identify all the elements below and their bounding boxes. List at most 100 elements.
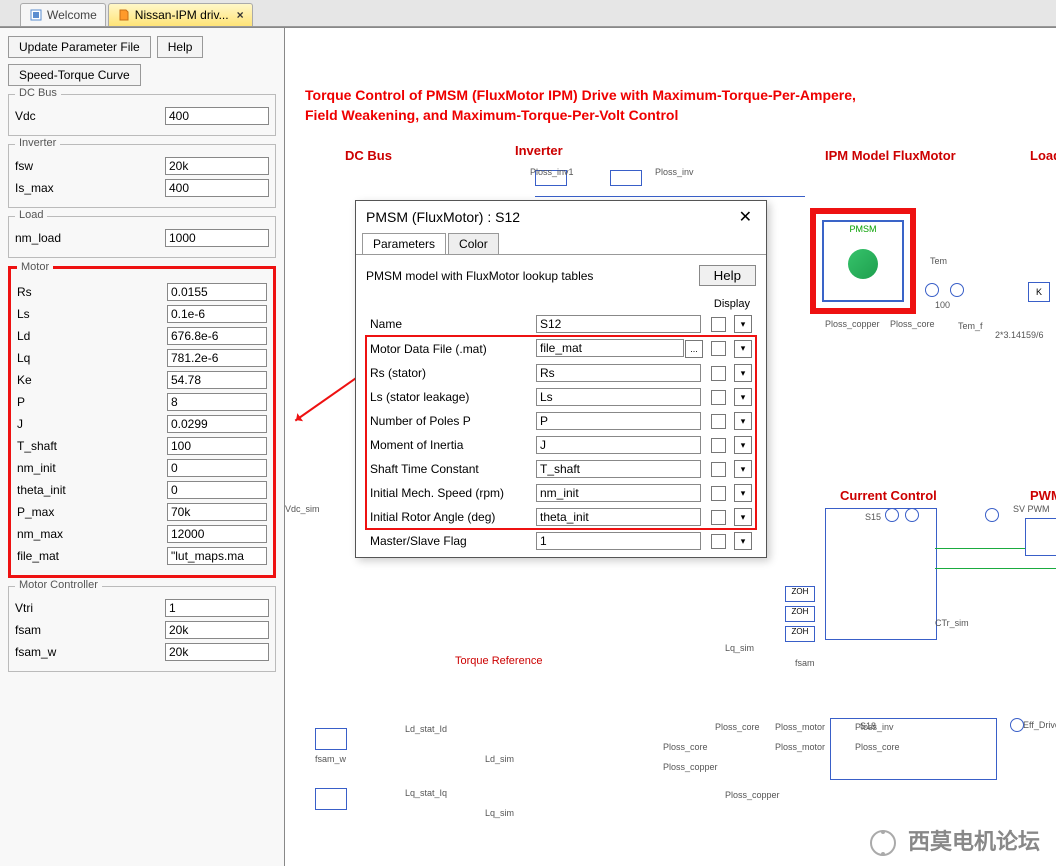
browse-button[interactable]: ... xyxy=(685,340,703,358)
zoh-block[interactable] xyxy=(315,788,347,810)
rs-input[interactable] xyxy=(167,283,267,301)
net-label: Tem_f xyxy=(958,321,983,331)
vtri-input[interactable] xyxy=(165,599,269,617)
init-speed-input[interactable] xyxy=(536,484,701,502)
theta-init-input[interactable] xyxy=(167,481,267,499)
current-control-block[interactable] xyxy=(825,508,937,640)
master-slave-input[interactable] xyxy=(536,532,701,550)
dropdown-icon[interactable]: ▾ xyxy=(734,436,752,454)
tab-parameters[interactable]: Parameters xyxy=(362,233,446,254)
p-max-input[interactable] xyxy=(167,503,267,521)
group-legend: DC Bus xyxy=(15,87,61,99)
close-icon[interactable]: ✕ xyxy=(735,207,756,227)
poles-input[interactable] xyxy=(536,412,701,430)
dropdown-icon[interactable]: ▾ xyxy=(734,532,752,550)
ld-input[interactable] xyxy=(167,327,267,345)
display-checkbox[interactable] xyxy=(711,462,726,477)
section-label-pwm: PWM xyxy=(1030,488,1056,503)
file-icon xyxy=(117,8,131,22)
dropdown-icon[interactable]: ▾ xyxy=(734,412,752,430)
display-checkbox[interactable] xyxy=(711,414,726,429)
shaft-input[interactable] xyxy=(536,460,701,478)
dialog-help-button[interactable]: Help xyxy=(699,265,756,286)
probe[interactable] xyxy=(905,508,919,522)
dropdown-icon[interactable]: ▾ xyxy=(734,364,752,382)
probe[interactable] xyxy=(925,283,939,297)
name-input[interactable] xyxy=(536,315,701,333)
display-checkbox[interactable] xyxy=(711,510,726,525)
zoh-block[interactable]: ZOH xyxy=(785,606,815,622)
is-max-input[interactable] xyxy=(165,179,269,197)
block[interactable] xyxy=(610,170,642,186)
lq-input[interactable] xyxy=(167,349,267,367)
param-label: Is_max xyxy=(15,181,165,195)
t-shaft-input[interactable] xyxy=(167,437,267,455)
fsam-w-input[interactable] xyxy=(165,643,269,661)
svpwm-block[interactable] xyxy=(1025,518,1056,556)
fsw-input[interactable] xyxy=(165,157,269,175)
table-row: Rs (stator) ▾ xyxy=(366,361,756,385)
ipm-block[interactable]: PMSM xyxy=(822,220,904,302)
dropdown-icon[interactable]: ▾ xyxy=(734,460,752,478)
display-checkbox[interactable] xyxy=(711,438,726,453)
group-legend: Motor xyxy=(17,261,53,273)
dropdown-icon[interactable]: ▾ xyxy=(734,508,752,526)
ls-input[interactable] xyxy=(536,388,701,406)
display-checkbox[interactable] xyxy=(711,317,726,332)
param-label: P_max xyxy=(17,505,167,519)
dropdown-icon[interactable]: ▾ xyxy=(734,340,752,358)
tab-file[interactable]: Nissan-IPM driv... × xyxy=(108,3,253,26)
section-label-torque: Torque Reference xyxy=(455,655,542,667)
help-button[interactable]: Help xyxy=(157,36,204,58)
update-parameter-button[interactable]: Update Parameter File xyxy=(8,36,151,58)
file-input[interactable] xyxy=(536,339,684,357)
nm-init-input[interactable] xyxy=(167,459,267,477)
table-row: Motor Data File (.mat) ... ▾ xyxy=(366,336,756,361)
nm-max-input[interactable] xyxy=(167,525,267,543)
tab-color[interactable]: Color xyxy=(448,233,499,254)
display-checkbox[interactable] xyxy=(711,534,726,549)
j-input[interactable] xyxy=(167,415,267,433)
init-angle-input[interactable] xyxy=(536,508,701,526)
ipm-block-highlight: PMSM xyxy=(810,208,916,314)
net-label: Vdc_sim xyxy=(285,504,320,514)
param-label: Rs xyxy=(17,285,167,299)
display-checkbox[interactable] xyxy=(711,486,726,501)
speed-torque-button[interactable]: Speed-Torque Curve xyxy=(8,64,141,86)
fluxmotor-icon xyxy=(848,249,878,279)
net-label: Ploss_core xyxy=(855,742,900,752)
tab-welcome[interactable]: Welcome xyxy=(20,3,106,26)
group-motor-controller: Motor Controller Vtri fsam fsam_w xyxy=(8,586,276,672)
gain-block[interactable]: K xyxy=(1028,282,1050,302)
schematic-canvas[interactable]: Torque Control of PMSM (FluxMotor IPM) D… xyxy=(285,28,1056,866)
net-label: Ploss_inv1 xyxy=(530,167,574,177)
probe[interactable] xyxy=(950,283,964,297)
zoh-block[interactable] xyxy=(315,728,347,750)
dropdown-icon[interactable]: ▾ xyxy=(734,315,752,333)
section-label-load: Load xyxy=(1030,148,1056,163)
param-label: file_mat xyxy=(17,549,167,563)
dropdown-icon[interactable]: ▾ xyxy=(734,388,752,406)
close-icon[interactable]: × xyxy=(237,8,244,22)
p-input[interactable] xyxy=(167,393,267,411)
probe[interactable] xyxy=(1010,718,1024,732)
zoh-block[interactable]: ZOH xyxy=(785,586,815,602)
net-label: Ploss_copper xyxy=(663,762,718,772)
file-mat-input[interactable] xyxy=(167,547,267,565)
fsam-input[interactable] xyxy=(165,621,269,639)
display-checkbox[interactable] xyxy=(711,341,726,356)
ke-input[interactable] xyxy=(167,371,267,389)
inertia-input[interactable] xyxy=(536,436,701,454)
zoh-block[interactable]: ZOH xyxy=(785,626,815,642)
rs-input[interactable] xyxy=(536,364,701,382)
probe[interactable] xyxy=(985,508,999,522)
nm-load-input[interactable] xyxy=(165,229,269,247)
vdc-input[interactable] xyxy=(165,107,269,125)
watermark: 西莫电机论坛 xyxy=(870,824,1040,856)
ls-input[interactable] xyxy=(167,305,267,323)
probe[interactable] xyxy=(885,508,899,522)
display-checkbox[interactable] xyxy=(711,366,726,381)
net-label: 100 xyxy=(935,300,950,310)
dropdown-icon[interactable]: ▾ xyxy=(734,484,752,502)
display-checkbox[interactable] xyxy=(711,390,726,405)
